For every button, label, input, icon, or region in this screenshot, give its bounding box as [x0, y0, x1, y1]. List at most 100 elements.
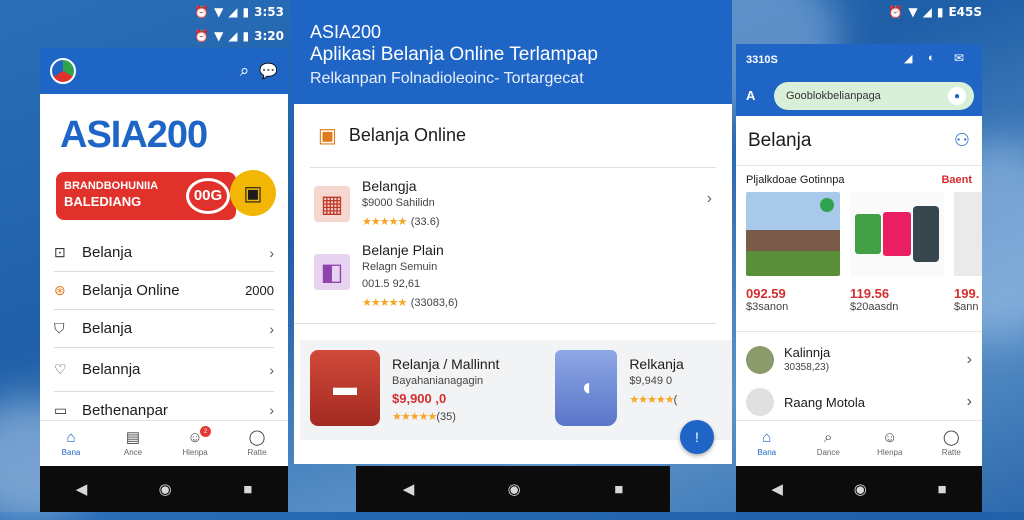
status-bar-left-2: ⏰ ▼ ◢ ▮ 3:20: [180, 24, 284, 48]
floating-action-button[interactable]: !: [680, 420, 714, 454]
tab-search[interactable]: ⌕ Dance: [804, 429, 852, 458]
home-button-icon[interactable]: ◉: [854, 480, 867, 498]
bag-icon: ⊡: [54, 244, 66, 260]
lock-icon: ◐: [928, 52, 935, 64]
item-price: 001.5 92,61: [362, 278, 421, 290]
camera-button[interactable]: ▣: [230, 170, 276, 216]
menu-item-belanja[interactable]: ⊡ Belanja ›: [54, 234, 274, 272]
search-icon[interactable]: ⌕: [240, 61, 250, 81]
home-icon: ⌂: [66, 429, 76, 446]
header-subtitle: Aplikasi Belanja Online Terlampap: [310, 44, 598, 65]
mic-icon[interactable]: ●: [948, 87, 966, 105]
product-thumbnail: ▦: [314, 186, 350, 222]
alarm-icon: ⏰: [888, 5, 904, 19]
profile-icon: ◯: [942, 429, 960, 446]
chevron-right-icon: ›: [966, 393, 972, 410]
chat-icon[interactable]: 💬: [259, 62, 278, 80]
rating-stars: ★★★★★: [392, 411, 437, 423]
tab-hlenpa[interactable]: ☺ 2 Hlenpa: [171, 426, 219, 457]
heart-icon: ♡: [54, 361, 67, 377]
shop-icon: ▣: [318, 125, 337, 147]
tab-home[interactable]: ⌂ Bana: [743, 429, 791, 458]
brand-title: ASIA200: [60, 114, 208, 156]
product-card[interactable]: 119.56 $20aasdn: [850, 192, 944, 331]
profile-icon: ◯: [248, 429, 266, 446]
item-subtitle: $9000 Sahilidn: [362, 197, 435, 209]
rating-stars: ★★★★★: [362, 216, 407, 228]
recents-icon[interactable]: ■: [938, 481, 947, 498]
menu-item-belanja-2[interactable]: ⛉ Belanja ›: [54, 310, 274, 348]
home-icon: ⌂: [762, 429, 772, 446]
phone-right: 3310S ◢ ◐ ✉ A Gooblokbelianpaga ● Belanj…: [736, 44, 982, 512]
product-card[interactable]: 199. $ann: [954, 192, 982, 331]
bottom-tab-bar: ⌂ Bana ⌕ Dance ☺ Hlenpa ◯ Ratte: [736, 420, 982, 466]
product-card[interactable]: ▬ Relanja / Mallinnt Bayahanianagagin $9…: [310, 350, 545, 430]
search-input[interactable]: Gooblokbelianpaga ●: [774, 82, 974, 110]
status-time: E45S: [948, 5, 982, 19]
bottom-tab-bar: ⌂ Bana ▤ Ance ☺ 2 Hlenpa ◯ Ratte: [40, 420, 288, 466]
users-icon[interactable]: ⚇: [954, 130, 970, 151]
list-item[interactable]: Raang Motola ›: [736, 380, 982, 420]
rating-count: (35): [436, 411, 456, 423]
product-image: [850, 192, 944, 276]
menu-item-belanja-online[interactable]: ⊛ Belanja Online 2000: [54, 272, 274, 310]
battery-icon: ▮: [242, 29, 250, 43]
android-nav-bar: ◀ ◉ ■: [40, 466, 288, 512]
home-button-icon[interactable]: ◉: [159, 480, 172, 498]
list-item[interactable]: ▦ Belangja $9000 Sahilidn ★★★★★ (33.6) ›: [294, 168, 732, 238]
product-image: ◖: [555, 350, 618, 426]
product-price: 199.: [954, 286, 980, 301]
menu-item-belannja[interactable]: ♡ Belannja ›: [54, 348, 274, 392]
section-title: Belanja: [748, 129, 812, 151]
status-bar-left: ⏰ ▼ ◢ ▮ 3:53: [180, 0, 284, 24]
status-time: 3:20: [254, 29, 284, 43]
phone-center: ▣ Belanja Online ▦ Belangja $9000 Sahili…: [294, 104, 732, 464]
list-item[interactable]: ◧ Belanje Plain Relagn Semuin 001.5 92,6…: [294, 238, 716, 324]
product-price: 119.56: [850, 286, 890, 301]
wifi-icon: ▼: [908, 5, 918, 19]
recents-icon[interactable]: ■: [614, 481, 623, 498]
banner-badge: 00G: [186, 178, 230, 214]
back-icon[interactable]: ◀: [771, 480, 783, 498]
section-header: ▣ Belanja Online: [310, 104, 716, 168]
wifi-icon: ▼: [214, 29, 224, 43]
tab-ratte[interactable]: ◯ Ratte: [233, 429, 281, 458]
product-card[interactable]: ◖ Relkanja $9,949 0 ★★★★★(: [555, 350, 722, 430]
list-item[interactable]: Kalinnja 30358,23) ›: [736, 332, 982, 380]
back-icon[interactable]: ◀: [76, 480, 88, 498]
header-code: 3310S: [746, 54, 778, 66]
tab-hlenpa[interactable]: ☺ Hlenpa: [866, 429, 914, 458]
signal-icon: ◢: [904, 53, 913, 65]
cart-icon: ⊛: [54, 282, 66, 298]
avatar: [746, 388, 774, 416]
see-all-link[interactable]: Baent: [941, 174, 972, 186]
product-price: 092.59: [746, 286, 786, 301]
card-subtitle: Bayahanianagagin: [392, 375, 484, 387]
rating-count: (: [673, 394, 678, 406]
card-title: Relkanja: [629, 356, 684, 372]
signal-icon: ◢: [922, 5, 932, 19]
notification-icon[interactable]: ✉: [954, 51, 964, 65]
search-value: Gooblokbelianpaga: [786, 90, 881, 102]
card-title: Relanja / Mallinnt: [392, 356, 500, 372]
product-card[interactable]: 092.59 $3sanon: [746, 192, 840, 331]
search-icon: ⌕: [824, 429, 833, 446]
android-nav-bar: ◀ ◉ ■: [736, 466, 982, 512]
tab-ance[interactable]: ▤ Ance: [109, 430, 157, 458]
status-time: 3:53: [254, 5, 284, 19]
back-icon[interactable]: ◀: [403, 480, 415, 498]
tab-ratte[interactable]: ◯ Ratte: [927, 429, 975, 458]
item-title: Kalinnja: [784, 345, 831, 360]
user-group-icon: ☺: [882, 429, 898, 446]
rating-count: (33083,6): [410, 297, 458, 309]
promo-banner[interactable]: BRANDBOHUNIIA BALEDIANG 00G: [56, 172, 236, 220]
chevron-right-icon: ›: [269, 320, 274, 337]
tab-home[interactable]: ⌂ Bana: [47, 429, 95, 458]
item-title: Raang Motola: [784, 394, 865, 410]
home-button-icon[interactable]: ◉: [508, 480, 521, 498]
rating-stars: ★★★★★: [362, 297, 407, 309]
recents-icon[interactable]: ■: [243, 481, 252, 498]
alarm-icon: ⏰: [194, 5, 210, 19]
alarm-icon: ⏰: [194, 29, 210, 43]
phone-left: ⌕ 💬 ASIA200 BRANDBOHUNIIA BALEDIANG 00G …: [40, 48, 288, 512]
